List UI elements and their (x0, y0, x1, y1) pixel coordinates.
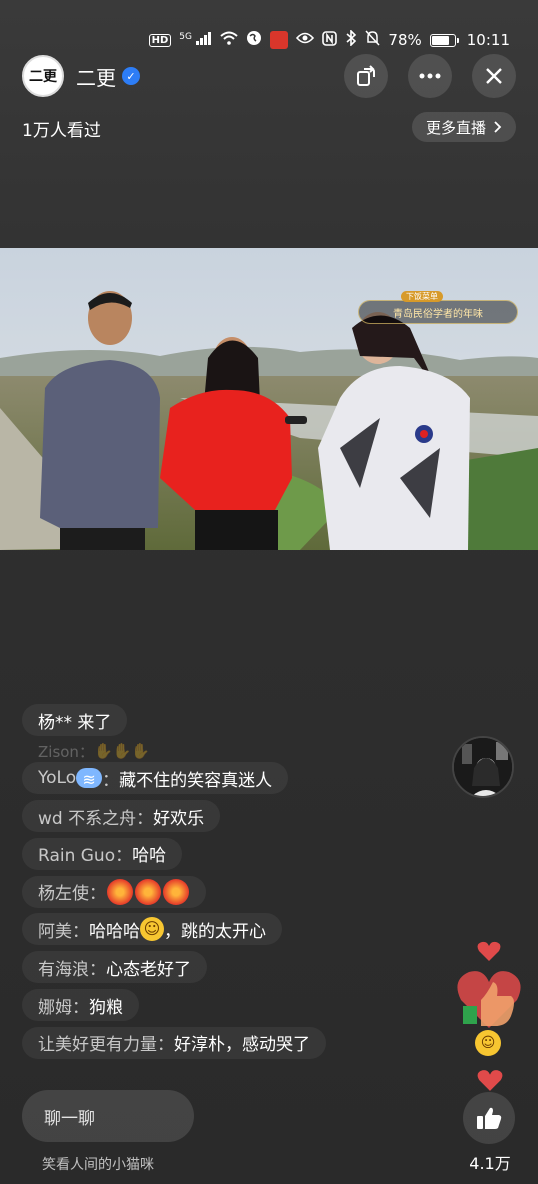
share-button[interactable] (344, 54, 388, 98)
comment-user: 让美好更有力量： (38, 1035, 174, 1056)
close-button[interactable] (472, 54, 516, 98)
chat-placeholder: 聊一聊 (44, 1108, 95, 1129)
puff-emoji-icon: ≋ (76, 768, 103, 789)
banner-title: 青岛民俗学者的年味 (393, 308, 483, 320)
more-icon (419, 73, 441, 79)
thumbs-up-icon (477, 1107, 502, 1129)
channel-avatar[interactable]: 二更 (22, 55, 64, 97)
heart-icon (477, 941, 501, 961)
nfc-icon (322, 30, 338, 50)
firework-emoji-icon (135, 878, 161, 905)
comment-user: wd 不系之舟： (38, 808, 154, 829)
hd-indicator: HD (148, 33, 172, 47)
eye-icon (296, 32, 315, 48)
comment-user: Rain Guo： (38, 846, 133, 867)
comment-text: 哈哈哈 (89, 921, 140, 942)
join-message: 杨** 来了 (38, 712, 112, 733)
header-actions (344, 54, 516, 98)
floating-hearts: ☺ (455, 936, 525, 1096)
bluetooth-icon (345, 29, 357, 50)
comment-item: 有海浪： 心态老好了 (22, 951, 207, 984)
share-icon (357, 65, 375, 86)
host-portrait (454, 738, 512, 796)
comment-item: 杨** 来了 (22, 704, 128, 736)
comment-text-after: ，跳的太开心 (164, 921, 266, 942)
ticker-text: 笑看人间的小猫咪 (42, 1157, 154, 1173)
comment-item: 阿美： 哈哈哈 ☺ ，跳的太开心 (22, 913, 282, 946)
comment-user: 杨左使： (38, 884, 106, 905)
comment-user: 有海浪： (38, 959, 106, 980)
comment-text: 藏不住的笑容真迷人 (119, 770, 273, 791)
comment-item: 娜姆： 狗粮 (22, 989, 139, 1022)
battery-icon (429, 33, 459, 47)
channel-name[interactable]: 二更 (76, 62, 116, 91)
signal-icon: 5G (179, 31, 212, 49)
comment-item: 让美好更有力量： 好淳朴，感动哭了 (22, 1026, 326, 1059)
comment-text: 哈哈 (132, 846, 167, 867)
comment-user: Zison： (38, 742, 94, 761)
verified-icon: ✓ (122, 67, 140, 85)
grin-emoji-icon: ☺ (140, 917, 164, 942)
comment-text: 好欢乐 (153, 808, 205, 829)
comment-user: 娜姆： (38, 997, 89, 1018)
comment-feed: 杨** 来了 Zison： ✋✋✋ YoLo ≋：藏不住的笑容真迷人 wd 不系之舟… (22, 704, 422, 1065)
comment-item: Rain Guo： 哈哈 (22, 837, 183, 870)
heart-icon (477, 1070, 503, 1091)
wifi-icon (220, 31, 239, 49)
comment-item: wd 不系之舟： 好欢乐 (22, 800, 221, 833)
firework-emoji-icon (163, 878, 189, 905)
comment-item: YoLo ≋：藏不住的笑容真迷人 (22, 762, 289, 795)
live-video[interactable]: 下饭菜单 青岛民俗学者的年味 (0, 248, 538, 550)
chat-input[interactable]: 聊一聊 (22, 1090, 194, 1142)
comment-text: 狗粮 (89, 997, 123, 1018)
comment-text: 心态老好了 (106, 959, 191, 980)
program-banner: 下饭菜单 青岛民俗学者的年味 (358, 291, 518, 324)
status-bar: HD 5G 78% 10:11 (148, 26, 510, 54)
mute-bell-icon (365, 30, 380, 50)
viewer-count: 1万人看过 (22, 121, 101, 141)
more-live-button[interactable]: 更多直播 (411, 112, 516, 142)
comment-text: 好淳朴，感动哭了 (174, 1035, 310, 1056)
chevron-right-icon (494, 121, 502, 133)
comment-item: Zison： ✋✋✋ (38, 742, 150, 761)
avatar-logo-text: 二更 (29, 69, 57, 85)
live-header: 二更 二更 ✓ (22, 54, 516, 98)
like-button[interactable] (463, 1092, 515, 1144)
clock: 10:11 (466, 31, 510, 49)
more-live-label: 更多直播 (425, 118, 486, 137)
app-notification-icon (270, 31, 289, 49)
like-count: 4.1万 (469, 1154, 511, 1173)
host-avatar[interactable] (452, 736, 514, 798)
globe-icon (246, 30, 262, 50)
more-options-button[interactable] (408, 54, 452, 98)
banner-badge: 下饭菜单 (401, 291, 443, 302)
comment-user: 阿美： (38, 921, 89, 942)
comment-item: 杨左使： (22, 875, 206, 908)
heart-icon (457, 971, 521, 1028)
video-frame (0, 248, 538, 550)
firework-emoji-icon (107, 878, 133, 905)
emoji-face-icon: ☺ (475, 1030, 501, 1056)
close-icon (486, 68, 502, 84)
battery-percent: 78% (388, 31, 422, 49)
comment-user: YoLo (38, 768, 77, 789)
